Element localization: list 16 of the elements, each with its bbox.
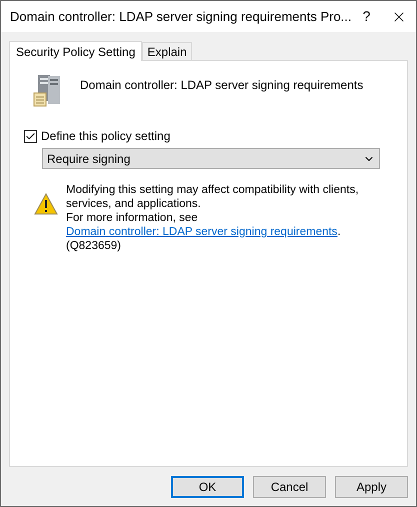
tab[interactable]: Explain: [142, 42, 192, 60]
dialog-button[interactable]: Cancel: [253, 476, 326, 498]
check-icon: [25, 130, 36, 142]
checkbox[interactable]: [24, 130, 37, 142]
warning-icon: [34, 193, 58, 215]
warning-text: Modifying this setting may affect compatibility with clients, services, and applications.: [66, 183, 360, 211]
dropdown[interactable]: Require signing: [42, 148, 380, 169]
dialog-button[interactable]: Apply: [335, 476, 408, 498]
checkbox-label: Define this policy setting: [41, 128, 170, 145]
policy-link[interactable]: Domain controller: LDAP server signing requirements: [66, 226, 338, 238]
help-button[interactable]: ?: [352, 1, 382, 32]
dialog-button[interactable]: OK: [171, 476, 244, 498]
policy-name: Domain controller: LDAP server signing requirements: [80, 77, 364, 94]
more-info-text: For more information, see Domain controller: LDAP server signing requirements. (Q823659): [66, 211, 342, 253]
window-title: Domain controller: LDAP server signing requirements Pro...: [10, 8, 352, 26]
tab[interactable]: Security Policy Setting: [9, 41, 142, 61]
